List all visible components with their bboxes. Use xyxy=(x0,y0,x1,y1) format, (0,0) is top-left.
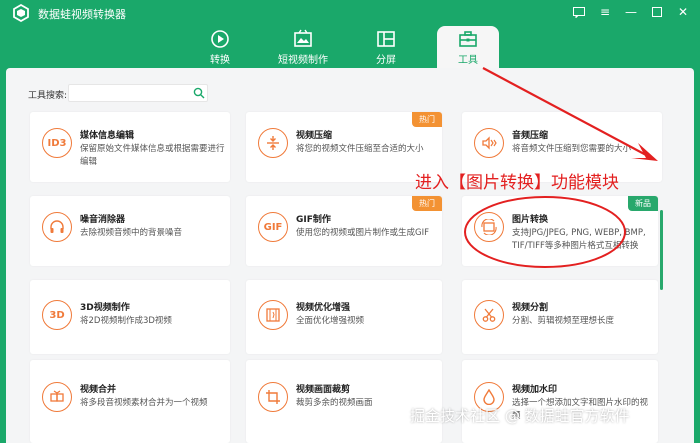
split-screen-icon xyxy=(377,30,395,47)
app-logo-icon xyxy=(13,4,29,22)
card-desc: 将多段音视频素材合并为一个视频 xyxy=(80,398,208,408)
tools-panel: 工具搜索: ID3 媒体信息编辑 保留原始文件媒体信息或根据需要进行编辑 视频压… xyxy=(6,68,694,443)
tab-label: 转换 xyxy=(210,54,230,66)
search-box xyxy=(68,84,208,105)
card-title: 噪音消除器 xyxy=(80,215,126,225)
main-tabs: 转换 短视频制作 分屏 工具 xyxy=(185,26,499,68)
card-title: 媒体信息编辑 xyxy=(80,131,135,141)
tool-card-video-enhance[interactable]: 视频优化增强 全面优化增强视频 xyxy=(246,280,442,354)
tool-card-noise-remover[interactable]: 噪音消除器 去除视频音频中的背景噪音 xyxy=(30,196,230,266)
card-desc: 将音频文件压缩到您需要的大小 xyxy=(512,144,632,154)
window-controls: ≡ — ✕ xyxy=(572,4,690,20)
toolbox-icon xyxy=(459,30,477,47)
tab-label: 短视频制作 xyxy=(278,54,328,66)
close-icon[interactable]: ✕ xyxy=(676,4,690,20)
tool-card-video-compress[interactable]: 视频压缩 将您的视频文件压缩至合适的大小 热门 xyxy=(246,112,442,182)
search-label: 工具搜索: xyxy=(28,91,68,101)
tab-tools[interactable]: 工具 xyxy=(437,26,499,68)
card-title: 视频压缩 xyxy=(296,131,333,141)
card-title: 视频优化增强 xyxy=(296,303,351,313)
card-desc: 支持JPG/JPEG, PNG, WEBP, BMP, TIF/TIFF等多种图… xyxy=(512,228,646,251)
compress-icon xyxy=(258,128,288,158)
watermark-text: 掘金技术社区 @ 数据蛙官方软件 xyxy=(410,407,630,425)
tool-card-media-info[interactable]: ID3 媒体信息编辑 保留原始文件媒体信息或根据需要进行编辑 xyxy=(30,112,230,182)
tool-card-video-watermark[interactable]: 视频加水印 选择一个想添加文字和图片水印的视频 xyxy=(462,360,658,443)
id3-icon: ID3 xyxy=(42,128,72,158)
tab-label: 分屏 xyxy=(376,54,396,66)
hot-badge: 热门 xyxy=(412,196,442,211)
gif-icon: GIF xyxy=(258,212,288,242)
crop-icon xyxy=(258,382,288,412)
tab-short-video[interactable]: 短视频制作 xyxy=(255,26,351,68)
tool-card-video-split[interactable]: 视频分割 分割、剪辑视频至理想长度 xyxy=(462,280,658,354)
scrollbar-thumb[interactable] xyxy=(660,210,663,290)
short-video-icon xyxy=(294,29,312,47)
tool-card-gif-maker[interactable]: GIF GIF制作 使用您的视频或图片制作或生成GIF 热门 xyxy=(246,196,442,266)
tool-card-video-merge[interactable]: 视频合并 将多段音视频素材合并为一个视频 xyxy=(30,360,230,443)
title-bar: 数据蛙视频转换器 ≡ — ✕ xyxy=(0,0,700,26)
card-title: 音频压缩 xyxy=(512,131,549,141)
card-title: 图片转换 xyxy=(512,215,549,225)
card-title: GIF制作 xyxy=(296,215,331,225)
tool-card-3d-video[interactable]: 3D 3D视频制作 将2D视频制作成3D视频 xyxy=(30,280,230,354)
card-desc: 使用您的视频或图片制作或生成GIF xyxy=(296,228,429,238)
card-desc: 保留原始文件媒体信息或根据需要进行编辑 xyxy=(80,144,225,167)
card-title: 视频合并 xyxy=(80,385,117,395)
search-icon[interactable] xyxy=(193,87,205,99)
maximize-icon[interactable] xyxy=(650,4,664,20)
tool-card-image-convert[interactable]: 图片转换 支持JPG/JPEG, PNG, WEBP, BMP, TIF/TIF… xyxy=(462,196,658,266)
film-enhance-icon xyxy=(258,300,288,330)
merge-icon xyxy=(42,382,72,412)
minimize-icon[interactable]: — xyxy=(624,4,638,20)
menu-icon[interactable]: ≡ xyxy=(598,4,612,20)
search-input[interactable] xyxy=(69,89,187,105)
app-title: 数据蛙视频转换器 xyxy=(38,8,126,21)
headphones-icon xyxy=(42,212,72,242)
audio-compress-icon xyxy=(474,128,504,158)
card-desc: 全面优化增强视频 xyxy=(296,316,365,326)
card-desc: 分割、剪辑视频至理想长度 xyxy=(512,316,615,326)
new-badge: 新品 xyxy=(628,196,658,211)
card-desc: 将您的视频文件压缩至合适的大小 xyxy=(296,144,424,154)
scissors-icon xyxy=(474,300,504,330)
card-title: 视频加水印 xyxy=(512,385,558,395)
3d-icon: 3D xyxy=(42,300,72,330)
image-convert-icon xyxy=(474,212,504,242)
card-desc: 将2D视频制作成3D视频 xyxy=(80,316,172,326)
card-desc: 去除视频音频中的背景噪音 xyxy=(80,228,183,238)
card-title: 3D视频制作 xyxy=(80,303,130,313)
tab-label: 工具 xyxy=(458,54,478,66)
annotation-text: 进入【图片转换】功能模块 xyxy=(415,173,619,193)
tool-card-video-crop[interactable]: 视频画面裁剪 裁剪多余的视频画面 xyxy=(246,360,442,443)
tab-split-screen[interactable]: 分屏 xyxy=(351,26,421,68)
feedback-icon[interactable] xyxy=(572,4,586,20)
card-title: 视频画面裁剪 xyxy=(296,385,351,395)
card-title: 视频分割 xyxy=(512,303,549,313)
tab-convert[interactable]: 转换 xyxy=(185,26,255,68)
convert-icon xyxy=(211,29,229,48)
hot-badge: 热门 xyxy=(412,112,442,127)
